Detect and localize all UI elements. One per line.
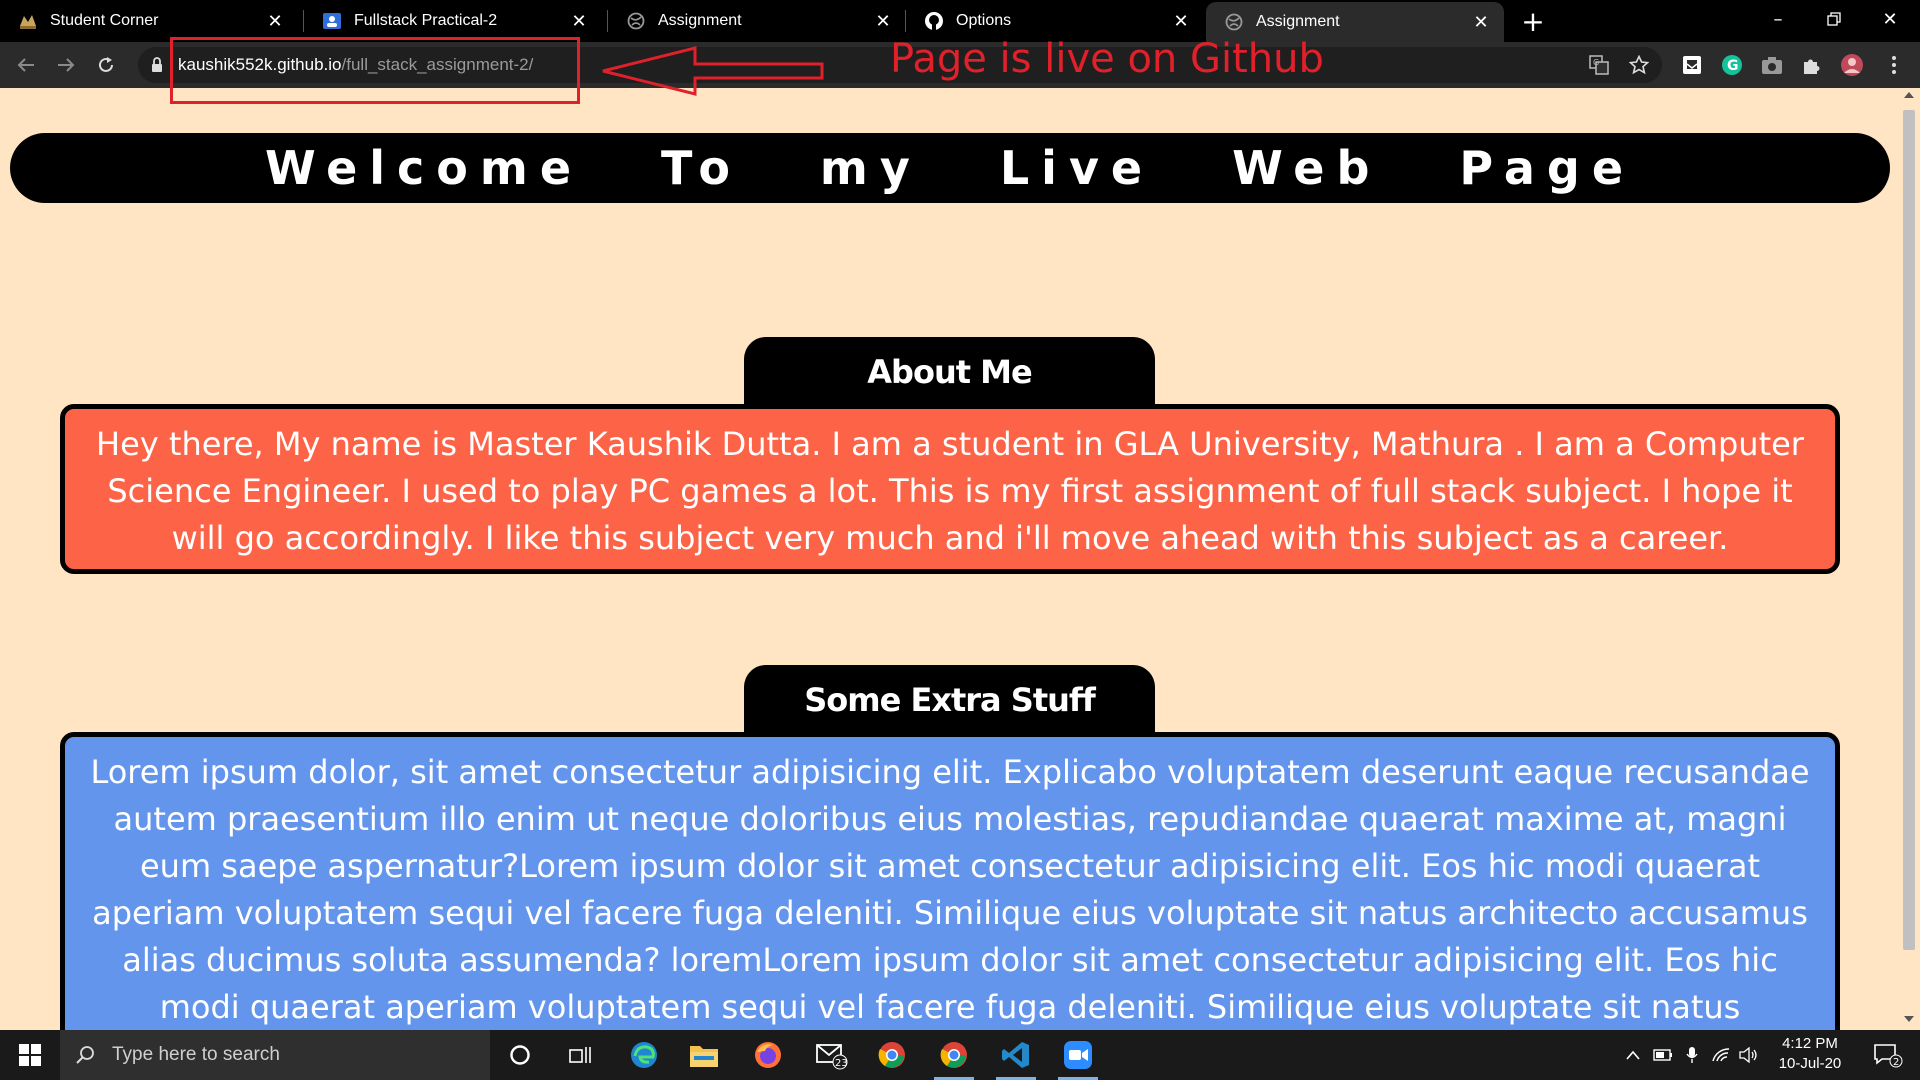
windows-start-button[interactable] [0, 1030, 60, 1080]
svg-text:G: G [1593, 58, 1599, 67]
github-favicon [924, 11, 944, 31]
extra-text: Lorem ipsum dolor, sit amet consectetur … [60, 732, 1840, 1080]
vscode-icon[interactable] [988, 1030, 1044, 1080]
close-icon[interactable]: ✕ [568, 10, 590, 32]
tab-title: Options [956, 12, 1012, 29]
annotation-highlight-box [170, 37, 580, 104]
search-placeholder: Type here to search [112, 1044, 280, 1065]
annotation-arrow [602, 46, 824, 96]
bookmark-star-icon[interactable] [1628, 54, 1650, 76]
lock-icon[interactable] [150, 57, 164, 73]
forward-button[interactable] [50, 49, 82, 81]
close-icon[interactable]: ✕ [1470, 11, 1492, 33]
tab-assignment-1[interactable]: Assignment ✕ [608, 0, 906, 42]
extensions-puzzle-icon[interactable] [1800, 53, 1824, 77]
edge-icon[interactable] [616, 1030, 672, 1080]
cortana-icon[interactable] [492, 1030, 548, 1080]
student-corner-favicon [18, 11, 38, 31]
tab-title: Assignment [658, 12, 742, 29]
notification-count: 2 [1893, 1057, 1899, 1068]
close-icon[interactable]: ✕ [1170, 10, 1192, 32]
globe-favicon [1224, 12, 1244, 32]
about-text: Hey there, My name is Master Kaushik Dut… [60, 404, 1840, 574]
profile-avatar[interactable] [1840, 53, 1864, 77]
extension-shield-icon[interactable] [1680, 53, 1704, 77]
back-button[interactable] [10, 49, 42, 81]
tab-title: Student Corner [50, 12, 159, 29]
wifi-icon[interactable] [1708, 1030, 1734, 1080]
taskbar-search-input[interactable]: Type here to search [60, 1030, 490, 1080]
clock-date: 10-Jul-20 [1778, 1055, 1842, 1072]
tab-title: Fullstack Practical-2 [354, 12, 498, 29]
mail-badge: 23 [835, 1058, 848, 1069]
grammarly-icon[interactable]: G [1720, 53, 1744, 77]
about-heading: About Me [744, 337, 1155, 407]
camera-icon[interactable] [1760, 53, 1784, 77]
globe-favicon [626, 11, 646, 31]
zoom-icon[interactable] [1050, 1030, 1106, 1080]
google-classroom-favicon [322, 11, 342, 31]
welcome-banner: Welcome To my Live Web Page [10, 133, 1890, 203]
close-icon[interactable]: ✕ [872, 10, 894, 32]
svg-text:G: G [1727, 58, 1739, 74]
close-window-button[interactable]: ✕ [1862, 0, 1918, 38]
notification-center-icon[interactable]: 2 [1862, 1030, 1914, 1080]
clock-time: 4:12 PM [1782, 1035, 1838, 1052]
windows-taskbar: Type here to search 23 4:12 PM 10-Jul-20… [0, 1030, 1920, 1080]
tab-student-corner[interactable]: Student Corner ✕ [0, 0, 298, 42]
tab-title: Assignment [1256, 13, 1340, 30]
show-hidden-icons-chevron-icon[interactable] [1620, 1030, 1646, 1080]
firefox-icon[interactable] [740, 1030, 796, 1080]
microphone-icon[interactable] [1680, 1030, 1704, 1080]
mail-icon[interactable]: 23 [804, 1030, 860, 1080]
new-tab-button[interactable]: + [1518, 5, 1548, 38]
scroll-down-arrow-icon[interactable] [1904, 1016, 1914, 1022]
volume-icon[interactable] [1736, 1030, 1762, 1080]
minimize-button[interactable]: – [1750, 0, 1806, 38]
reload-button[interactable] [90, 49, 122, 81]
tab-fullstack-practical[interactable]: Fullstack Practical-2 ✕ [304, 0, 602, 42]
page-title: Welcome To my Live Web Page [264, 141, 1636, 195]
scroll-thumb[interactable] [1903, 110, 1915, 950]
restore-button[interactable] [1806, 0, 1862, 38]
translate-icon[interactable]: G [1588, 54, 1610, 76]
chrome-icon[interactable] [864, 1030, 920, 1080]
battery-icon[interactable] [1650, 1030, 1676, 1080]
chrome-running-icon[interactable] [926, 1030, 982, 1080]
search-icon [76, 1046, 94, 1064]
page-scrollbar[interactable] [1898, 88, 1920, 1030]
close-icon[interactable]: ✕ [264, 10, 286, 32]
task-view-icon[interactable] [552, 1030, 608, 1080]
annotation-text: Page is live on Github [890, 36, 1324, 82]
taskbar-clock[interactable]: 4:12 PM 10-Jul-20 [1760, 1034, 1860, 1074]
scroll-up-arrow-icon[interactable] [1904, 92, 1914, 98]
file-explorer-icon[interactable] [676, 1030, 732, 1080]
extra-heading: Some Extra Stuff [744, 665, 1155, 735]
menu-kebab-icon[interactable] [1882, 53, 1906, 77]
